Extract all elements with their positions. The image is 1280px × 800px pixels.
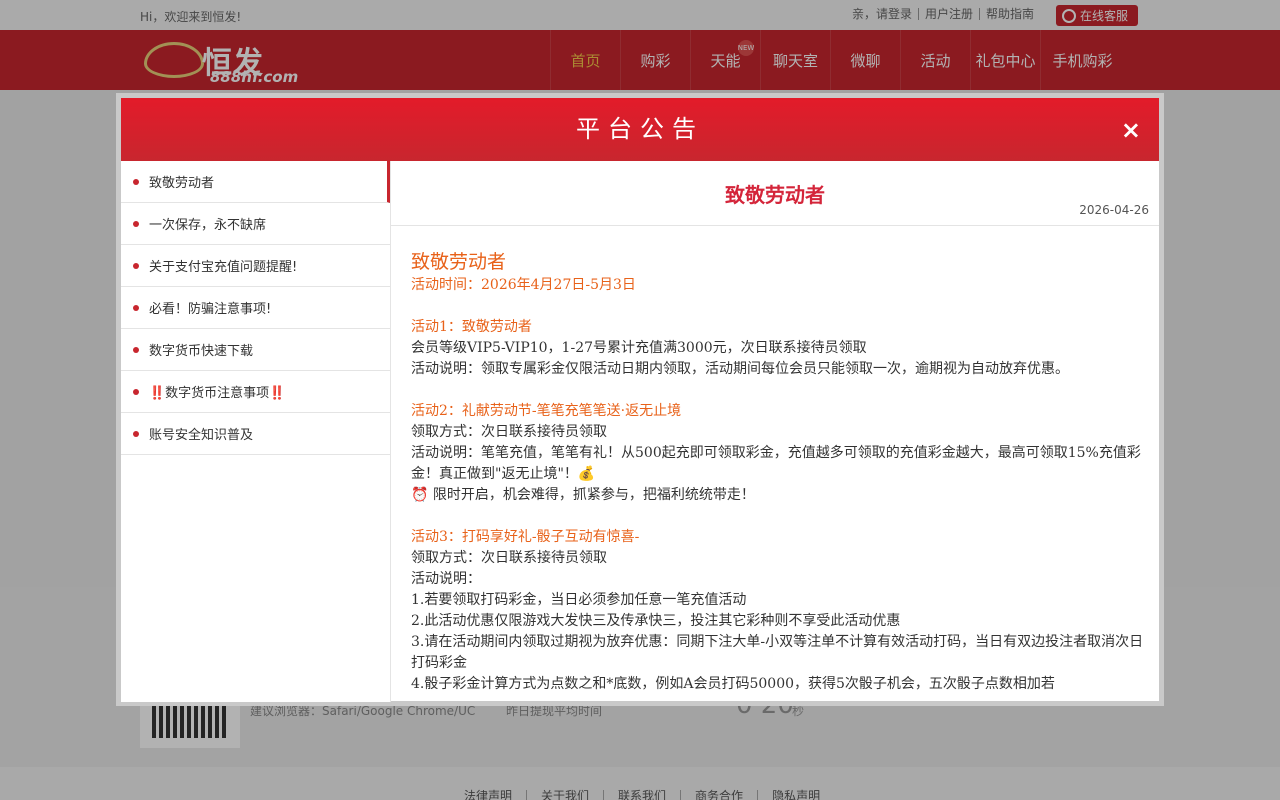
bullet-icon: [133, 346, 139, 353]
activity-3-line: 1.若要领取打码彩金，当日必须参加任意一笔充值活动: [411, 592, 747, 608]
announcement-list: 致敬劳动者 一次保存，永不缺席 关于支付宝充值问题提醒! 必看！防骗注意事项! …: [121, 161, 391, 702]
activity-1-line: 活动说明：领取专属彩金仅限活动日期内领取，活动期间每位会员只能领取一次，逾期视为…: [411, 361, 1069, 377]
modal-title: 平台公告: [576, 115, 704, 143]
bullet-icon: [133, 220, 139, 227]
activity-3-line: 领取方式：次日联系接待员领取: [411, 550, 607, 566]
announcement-label: 账号安全知识普及: [149, 428, 254, 443]
announcement-label: ‼️数字货币注意事项‼️: [149, 386, 286, 401]
close-icon[interactable]: ×: [1121, 116, 1141, 144]
announcement-item-save[interactable]: 一次保存，永不缺席: [121, 203, 390, 245]
activity-2-line: 活动说明：笔笔充值，笔笔有礼！从500起充即可领取彩金，充值越多可领取的充值彩金…: [411, 445, 1141, 482]
article-body: 致敬劳动者 活动时间：2026年4月27日-5月3日 活动1：致敬劳动者 会员等…: [411, 249, 1146, 695]
announcement-label: 数字货币快速下载: [149, 344, 254, 359]
activity-3-line: 4.骰子彩金计算方式为点数之和*底数，例如A会员打码50000，获得5次骰子机会…: [411, 676, 1055, 692]
article-divider: [391, 225, 1159, 226]
announcement-content[interactable]: 致敬劳动者 2026-04-26 致敬劳动者 活动时间：2026年4月27日-5…: [391, 161, 1159, 702]
bullet-icon: [133, 262, 139, 269]
bullet-icon: [133, 304, 139, 311]
activity-3-line: 3.请在活动期间内领取过期视为放弃优惠：同期下注大单-小双等注单不计算有效活动打…: [411, 634, 1144, 671]
announcement-label: 致敬劳动者: [149, 176, 215, 191]
announcement-item-alipay[interactable]: 关于支付宝充值问题提醒!: [121, 245, 390, 287]
modal-header: 平台公告 ×: [121, 98, 1159, 161]
activity-3-line: 活动说明：: [411, 571, 481, 587]
activity-1-title: 活动1：致敬劳动者: [411, 319, 532, 335]
activity-2-title: 活动2：礼献劳动节-笔笔充笔笔送·返无止境: [411, 403, 682, 419]
announcement-label: 关于支付宝充值问题提醒!: [149, 260, 298, 275]
activity-2-line: 领取方式：次日联系接待员领取: [411, 424, 607, 440]
activity-3-line: 2.此活动优惠仅限游戏大发快三及传承快三，投注其它彩种则不享受此活动优惠: [411, 613, 901, 629]
bullet-icon: [133, 178, 139, 185]
article-title: 致敬劳动者: [725, 183, 825, 207]
activity-1-line: 会员等级VIP5-VIP10，1-27号累计充值满3000元，次日联系接待员领取: [411, 340, 867, 356]
activity-3-title: 活动3：打码享好礼-骰子互动有惊喜-: [411, 529, 640, 545]
announcement-modal: 平台公告 × 致敬劳动者 一次保存，永不缺席 关于支付宝充值问题提醒! 必看！防…: [116, 93, 1164, 706]
announcement-item-crypto-notice[interactable]: ‼️数字货币注意事项‼️: [121, 371, 390, 413]
announcement-item-security[interactable]: 账号安全知识普及: [121, 413, 390, 455]
announcement-item-fraud[interactable]: 必看！防骗注意事项!: [121, 287, 390, 329]
activity-2-line: ⏰ 限时开启，机会难得，抓紧参与，把福利统统带走！: [411, 487, 755, 503]
announcement-label: 必看！防骗注意事项!: [149, 302, 272, 317]
announcement-item-crypto-download[interactable]: 数字货币快速下载: [121, 329, 390, 371]
article-heading: 致敬劳动者: [411, 251, 507, 273]
announcement-label: 一次保存，永不缺席: [149, 218, 267, 233]
article-date: 2026-04-26: [1079, 203, 1149, 217]
announcement-item-labor[interactable]: 致敬劳动者: [121, 161, 390, 203]
bullet-icon: [133, 430, 139, 437]
bullet-icon: [133, 388, 139, 395]
activity-time: 活动时间：2026年4月27日-5月3日: [411, 277, 636, 293]
